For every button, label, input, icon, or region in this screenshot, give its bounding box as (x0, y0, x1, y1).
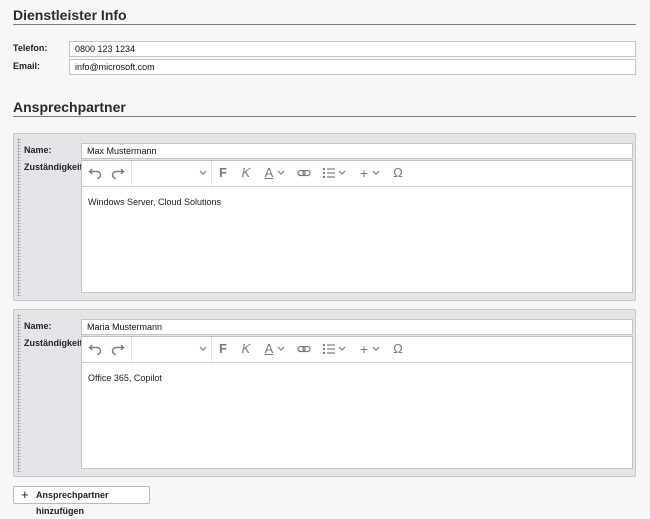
contact-responsibility-label: Zuständigkeit: (24, 338, 86, 348)
email-field[interactable]: info@microsoft.com (69, 59, 636, 75)
contact-name-field[interactable]: Maria Mustermann (81, 319, 633, 335)
email-label: Email: (13, 61, 41, 71)
chevron-down-icon[interactable] (372, 165, 380, 181)
omega-icon[interactable]: Ω (391, 165, 405, 181)
contact-name-label: Name: (24, 145, 52, 155)
font-color-button[interactable]: A (262, 165, 276, 181)
responsibility-editor[interactable]: F K A + Ω Office 365, Copilot (81, 336, 633, 469)
plus-icon[interactable]: + (358, 165, 370, 181)
contact-name-label: Name: (24, 321, 52, 331)
plus-icon[interactable]: + (358, 341, 370, 357)
chevron-down-icon[interactable] (277, 165, 285, 181)
provider-section-divider (13, 24, 636, 25)
chevron-down-icon[interactable] (338, 165, 346, 181)
toolbar-separator (131, 161, 132, 186)
undo-icon[interactable] (87, 341, 103, 357)
redo-icon[interactable] (110, 341, 126, 357)
add-contact-button[interactable]: + Ansprechpartner hinzufügen (13, 486, 150, 516)
paragraph-format-select[interactable] (133, 165, 211, 181)
editor-content[interactable]: Windows Server, Cloud Solutions (88, 197, 221, 207)
editor-toolbar: F K A + Ω (82, 337, 632, 363)
toolbar-separator (211, 161, 212, 186)
contacts-section-divider (13, 116, 636, 117)
contact-responsibility-label: Zuständigkeit: (24, 162, 86, 172)
responsibility-editor[interactable]: F K A + Ω Windows Server, Cloud Solution… (81, 160, 633, 293)
link-icon[interactable] (296, 165, 312, 181)
drag-handle-icon[interactable] (17, 314, 21, 472)
plus-icon: + (21, 487, 29, 502)
contact-card: Name: Maria Mustermann Zuständigkeit: F … (13, 309, 636, 477)
provider-section-title: Dienstleister Info (13, 7, 127, 23)
omega-icon[interactable]: Ω (391, 341, 405, 357)
editor-toolbar: F K A + Ω (82, 161, 632, 187)
chevron-down-icon (199, 165, 207, 185)
toolbar-separator (131, 337, 132, 362)
phone-label: Telefon: (13, 43, 48, 53)
redo-icon[interactable] (110, 165, 126, 181)
chevron-down-icon[interactable] (372, 341, 380, 357)
toolbar-separator (211, 337, 212, 362)
undo-icon[interactable] (87, 165, 103, 181)
chevron-down-icon[interactable] (277, 341, 285, 357)
bold-button[interactable]: F (216, 341, 230, 357)
font-color-button[interactable]: A (262, 341, 276, 357)
chevron-down-icon[interactable] (338, 341, 346, 357)
chevron-down-icon (199, 341, 207, 361)
phone-field[interactable]: 0800 123 1234 (69, 41, 636, 57)
list-icon[interactable] (322, 341, 336, 357)
editor-content[interactable]: Office 365, Copilot (88, 373, 162, 383)
bold-button[interactable]: F (216, 165, 230, 181)
italic-button[interactable]: K (239, 165, 253, 181)
add-contact-button-label: Ansprechpartner hinzufügen (36, 490, 109, 516)
contact-name-field[interactable]: Max Mustermann (81, 143, 633, 159)
contact-card: Name: Max Mustermann Zuständigkeit: F K … (13, 133, 636, 301)
paragraph-format-select[interactable] (133, 341, 211, 357)
drag-handle-icon[interactable] (17, 138, 21, 296)
list-icon[interactable] (322, 165, 336, 181)
link-icon[interactable] (296, 341, 312, 357)
contacts-section-title: Ansprechpartner (13, 99, 126, 115)
italic-button[interactable]: K (239, 341, 253, 357)
